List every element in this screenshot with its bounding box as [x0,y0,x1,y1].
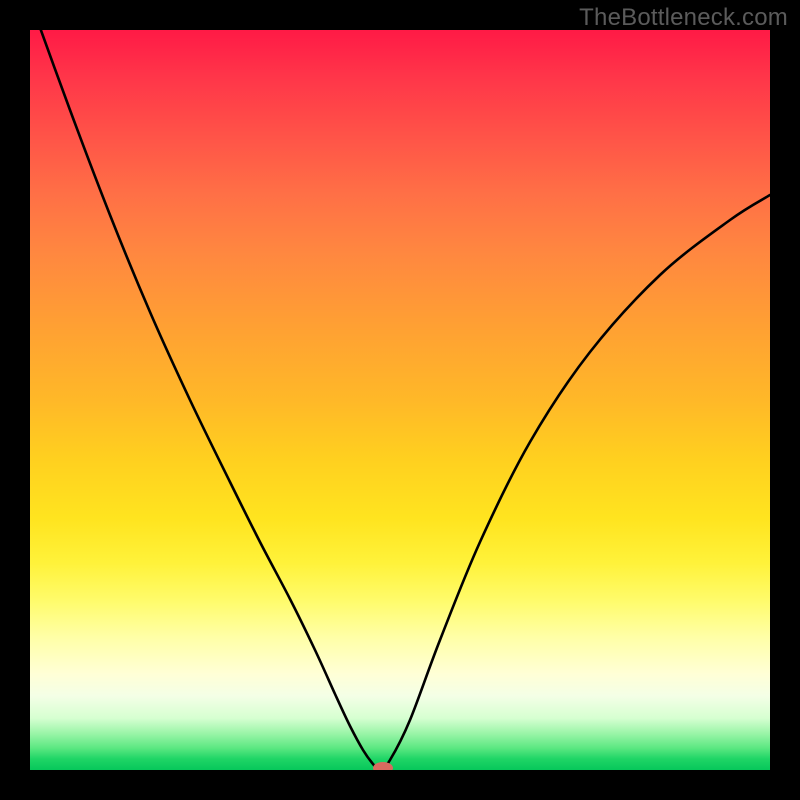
plot-area [30,30,770,770]
bottleneck-curve [30,30,770,770]
min-marker [373,762,393,770]
chart-frame: TheBottleneck.com [0,0,800,800]
curve-layer [30,30,770,770]
watermark-text: TheBottleneck.com [579,4,788,32]
